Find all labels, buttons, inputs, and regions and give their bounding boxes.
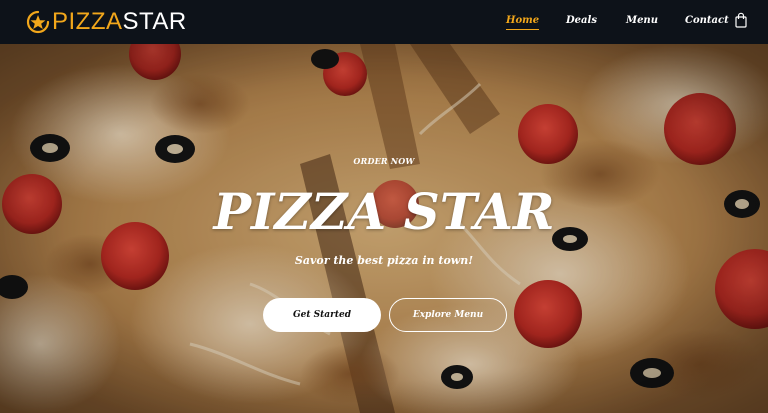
hero-subtitle: Savor the best pizza in town! [294,254,474,267]
nav-item-label: Menu [626,15,658,26]
nav-item-deals[interactable]: Deals [566,14,597,28]
nav-item-menu[interactable]: Menu [626,14,658,28]
hero-title: PIZZA STAR [213,182,555,241]
get-started-button[interactable]: Get Started [263,298,381,332]
shopping-bag-icon[interactable] [735,12,747,28]
site-header: PIZZASTAR Home Deals Menu Contact [0,0,768,44]
nav-item-label: Home [506,15,540,26]
explore-menu-button[interactable]: Explore Menu [389,298,507,332]
hero-eyebrow: ORDER NOW [353,156,415,166]
nav-item-label: Deals [566,15,597,26]
hero-section: ORDER NOW PIZZA STAR Savor the best pizz… [0,44,768,413]
nav-item-home[interactable]: Home [506,14,540,30]
nav-item-contact[interactable]: Contact [685,14,729,28]
nav-active-underline [506,29,540,30]
nav-item-label: Contact [685,15,729,26]
main-nav: Home Deals Menu Contact [0,14,768,34]
